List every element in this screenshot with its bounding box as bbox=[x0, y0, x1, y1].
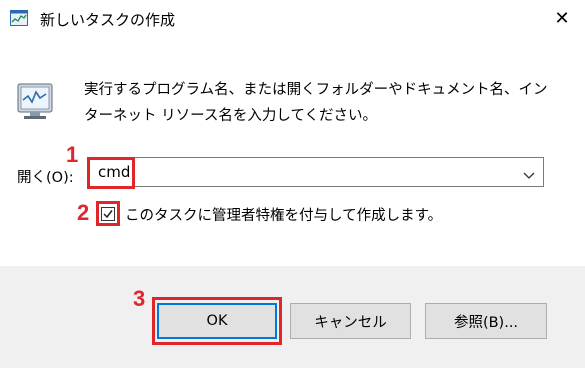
chevron-down-icon[interactable] bbox=[523, 166, 535, 179]
title-bar: 新しいタスクの作成 ✕ bbox=[0, 0, 585, 36]
browse-button[interactable]: 参照(B)... bbox=[425, 303, 547, 339]
highlight-box-1 bbox=[87, 157, 135, 189]
highlight-box-2 bbox=[96, 201, 120, 226]
cancel-button-label: キャンセル bbox=[314, 314, 387, 331]
task-manager-icon bbox=[10, 10, 28, 26]
step-number-3: 3 bbox=[133, 286, 146, 311]
admin-privileges-label[interactable]: このタスクに管理者特権を付与して作成します。 bbox=[125, 204, 442, 225]
instruction-text: 実行するプログラム名、または開くフォルダーやドキュメント名、インターネット リソ… bbox=[84, 82, 548, 124]
highlight-box-3 bbox=[152, 297, 282, 345]
open-combobox[interactable]: cmd bbox=[87, 157, 544, 187]
run-program-icon bbox=[16, 78, 56, 122]
step-number-1: 1 bbox=[66, 142, 79, 167]
browse-button-label: 参照(B)... bbox=[453, 314, 519, 331]
window-title: 新しいタスクの作成 bbox=[40, 11, 176, 29]
open-field-label: 開く(O): bbox=[17, 170, 74, 186]
close-icon: ✕ bbox=[554, 7, 570, 29]
step-number-2: 2 bbox=[77, 200, 90, 225]
close-button[interactable]: ✕ bbox=[539, 0, 585, 36]
cancel-button[interactable]: キャンセル bbox=[290, 303, 411, 339]
